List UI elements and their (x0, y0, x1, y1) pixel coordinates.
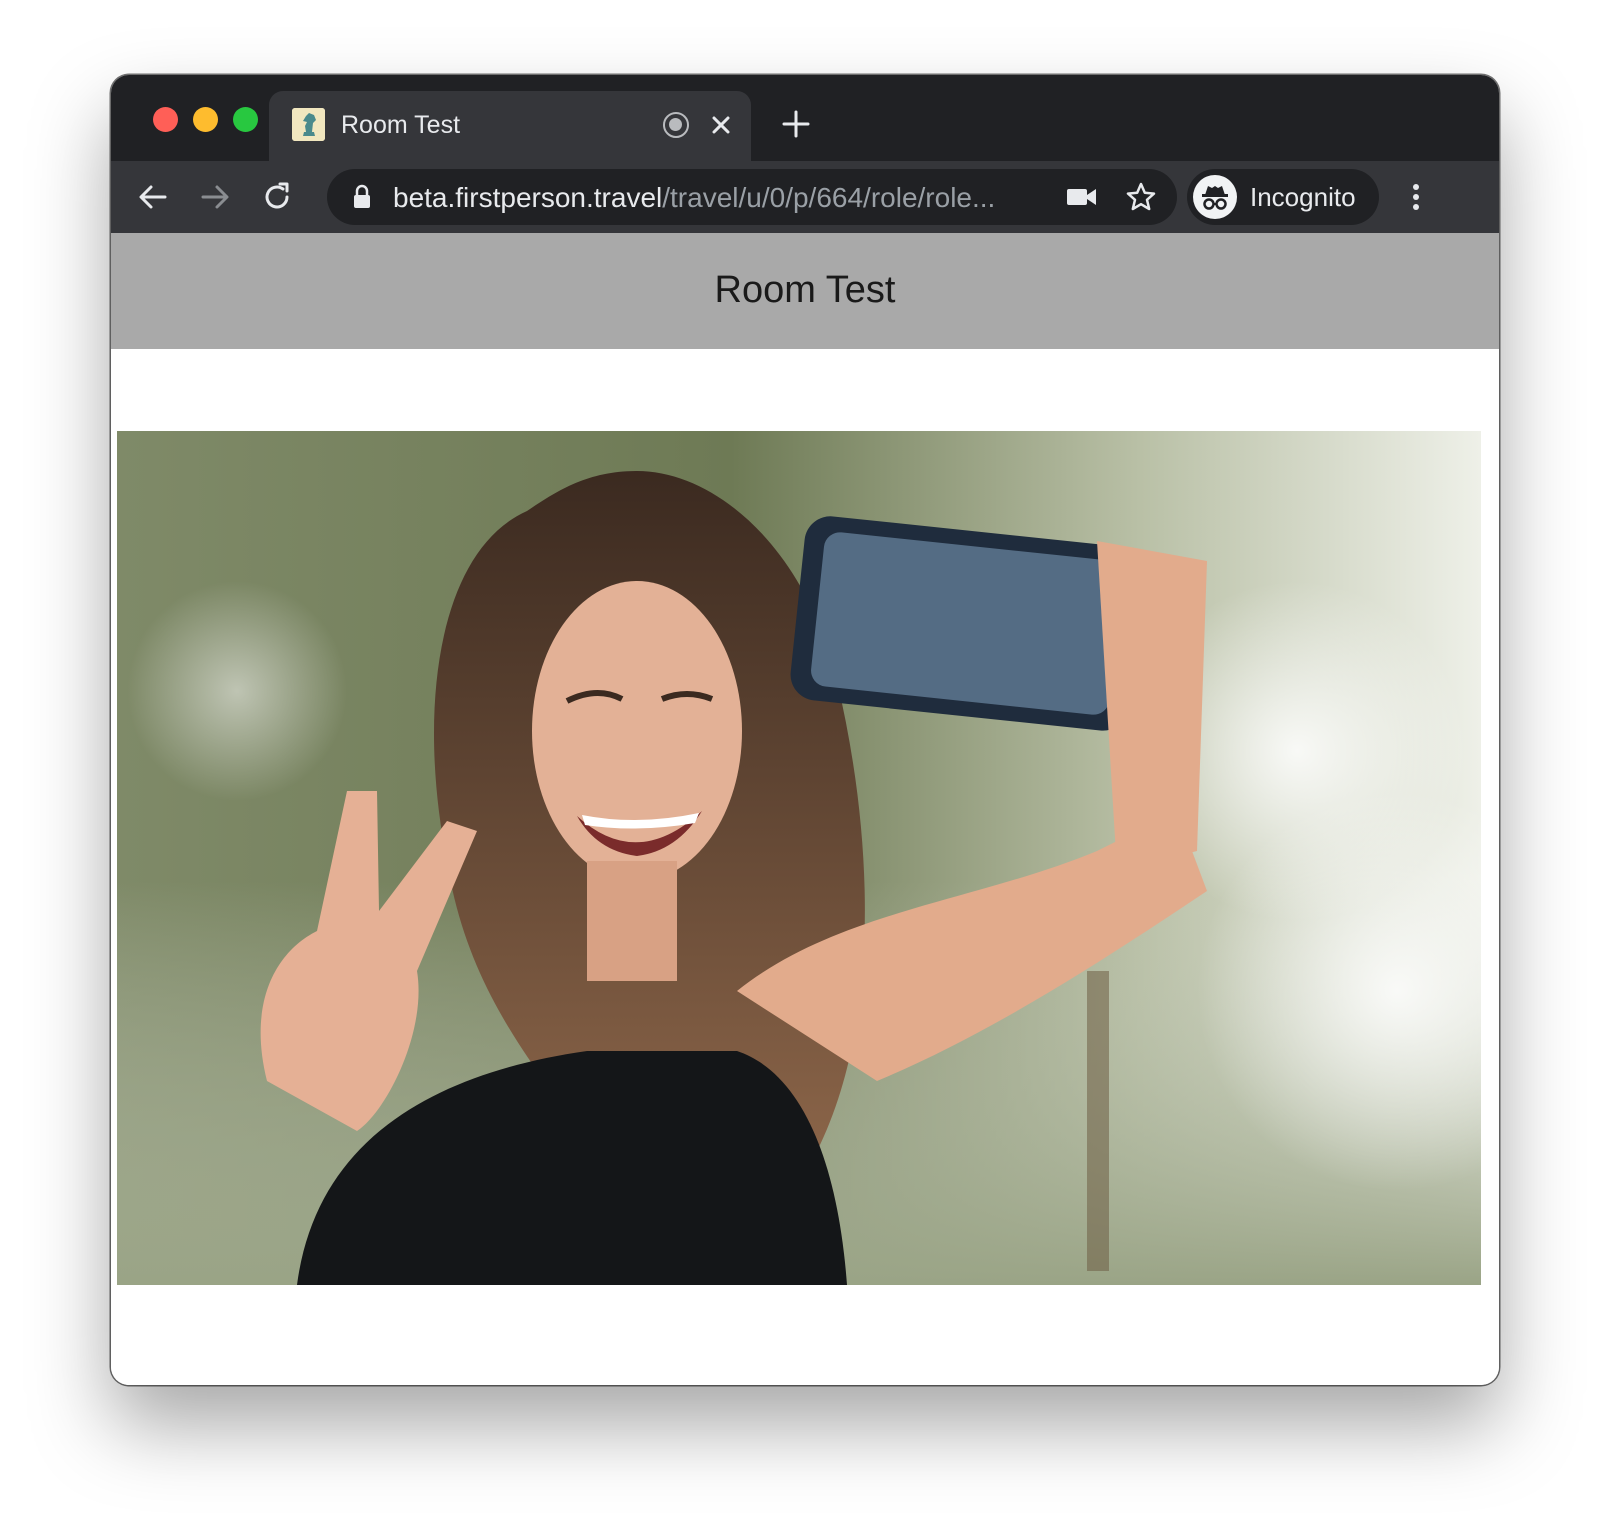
close-icon[interactable] (707, 111, 735, 139)
plus-icon[interactable] (781, 109, 811, 139)
incognito-profile-button[interactable]: Incognito (1187, 169, 1379, 225)
chess-knight-icon (292, 108, 325, 141)
url-host: beta.firstperson.travel (393, 182, 663, 213)
kebab-menu-icon[interactable] (1401, 179, 1431, 215)
page-content (111, 349, 1499, 1385)
page-title: Room Test (714, 269, 896, 311)
url-path: /travel/u/0/p/664/role/role... (662, 182, 996, 213)
selfie-photo (117, 431, 1481, 1285)
lock-icon[interactable] (351, 184, 373, 210)
recording-indicator-icon (663, 112, 689, 138)
arrow-right-icon[interactable] (197, 179, 233, 215)
url-text[interactable]: beta.firstperson.travel/travel/u/0/p/664… (393, 182, 995, 214)
video-camera-icon[interactable] (1065, 185, 1099, 209)
tab-room-test[interactable]: Room Test (269, 91, 751, 161)
incognito-icon (1193, 175, 1237, 219)
zoom-window-button[interactable] (233, 107, 258, 132)
tab-strip: Room Test (111, 75, 1499, 161)
minimize-window-button[interactable] (193, 107, 218, 132)
star-icon[interactable] (1125, 181, 1157, 213)
browser-window: Room Test beta.firstperson.travel/travel… (111, 75, 1499, 1385)
page-header: Room Test (111, 233, 1499, 349)
close-window-button[interactable] (153, 107, 178, 132)
incognito-label: Incognito (1250, 182, 1356, 212)
browser-toolbar: beta.firstperson.travel/travel/u/0/p/664… (111, 161, 1499, 234)
address-bar[interactable]: beta.firstperson.travel/travel/u/0/p/664… (327, 169, 1177, 225)
tab-title: Room Test (341, 111, 461, 139)
reload-icon[interactable] (259, 179, 295, 215)
arrow-left-icon[interactable] (135, 179, 171, 215)
